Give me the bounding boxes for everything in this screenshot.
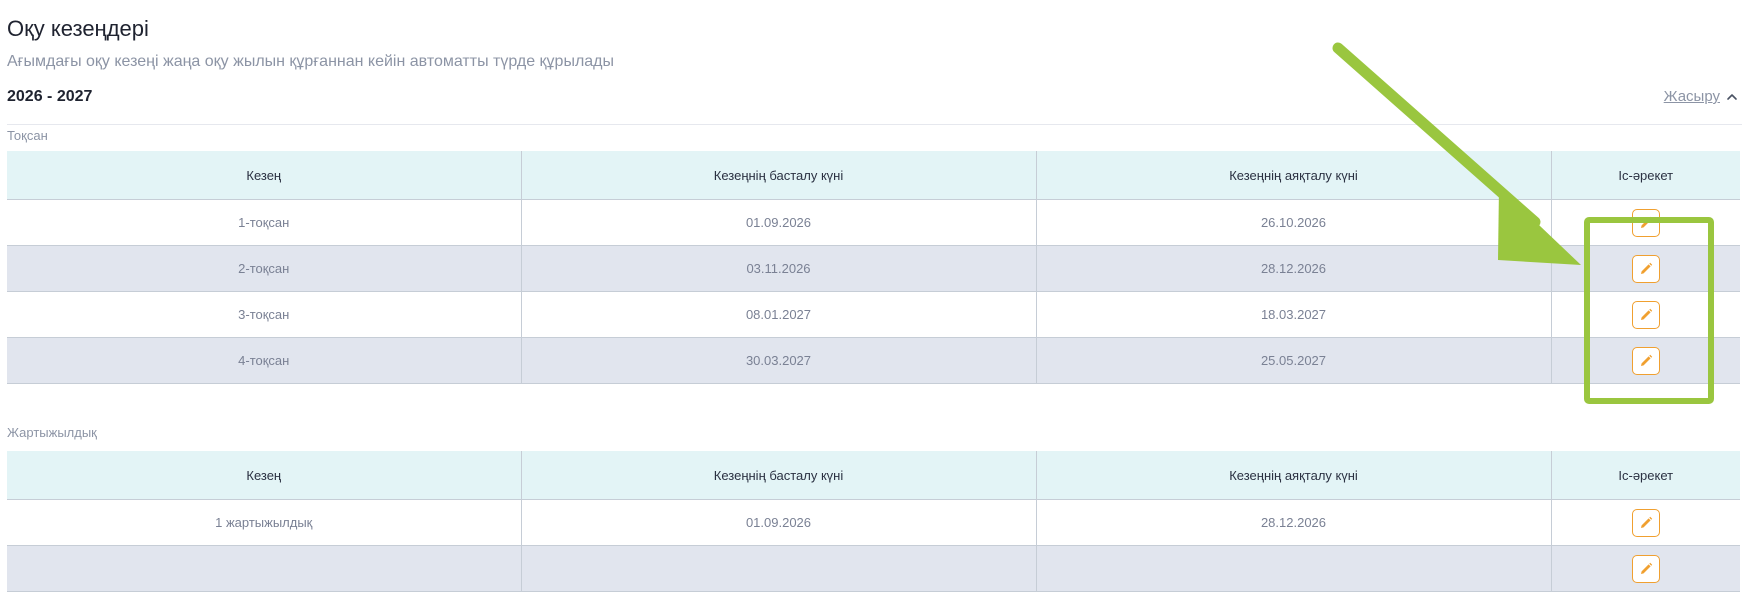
half-year-table: Кезең Кезеңнің басталу күні Кезеңнің аяқ…	[7, 451, 1740, 592]
end-date-cell	[1036, 545, 1552, 592]
end-date-cell: 18.03.2027	[1036, 291, 1552, 338]
period-cell: 3-тоқсан	[7, 291, 522, 338]
action-cell	[1551, 545, 1740, 592]
period-cell: 4-тоқсан	[7, 337, 522, 384]
table-header-row: Кезең Кезеңнің басталу күні Кезеңнің аяқ…	[7, 151, 1740, 200]
column-header-action: Іс-әрекет	[1551, 451, 1740, 500]
table-row: 1-тоқсан 01.09.2026 26.10.2026	[7, 199, 1740, 246]
action-cell	[1551, 199, 1740, 246]
period-cell: 1 жартыжылдық	[7, 499, 522, 546]
end-date-cell: 28.12.2026	[1036, 499, 1552, 546]
start-date-cell: 30.03.2027	[521, 337, 1037, 384]
pencil-icon	[1640, 354, 1652, 366]
pencil-icon	[1640, 562, 1652, 574]
page-subtitle: Ағымдағы оқу кезеңі жаңа оқу жылын құрға…	[7, 53, 615, 70]
quarters-table: Кезең Кезеңнің басталу күні Кезеңнің аяқ…	[7, 151, 1740, 384]
end-date-cell: 25.05.2027	[1036, 337, 1552, 384]
end-date-cell: 28.12.2026	[1036, 245, 1552, 292]
table-row: 2-тоқсан 03.11.2026 28.12.2026	[7, 245, 1740, 292]
column-header-action: Іс-әрекет	[1551, 151, 1740, 200]
edit-button[interactable]	[1631, 300, 1660, 329]
page-title: Оқу кезеңдері	[7, 16, 149, 41]
start-date-cell: 08.01.2027	[521, 291, 1037, 338]
action-cell	[1551, 337, 1740, 384]
edit-button[interactable]	[1631, 346, 1660, 375]
start-date-cell	[521, 545, 1037, 592]
table-header-row: Кезең Кезеңнің басталу күні Кезеңнің аяқ…	[7, 451, 1740, 500]
action-cell	[1551, 499, 1740, 546]
pencil-icon	[1640, 308, 1652, 320]
quarters-section-label: Тоқсан	[7, 128, 48, 143]
hide-toggle[interactable]: Жасыру	[1664, 88, 1738, 105]
edit-button[interactable]	[1631, 508, 1660, 537]
period-cell	[7, 545, 522, 592]
column-header-end-date: Кезеңнің аяқталу күні	[1036, 451, 1552, 500]
academic-year-label: 2026 - 2027	[7, 88, 93, 105]
table-row	[7, 545, 1740, 592]
column-header-start-date: Кезеңнің басталу күні	[521, 451, 1037, 500]
edit-button[interactable]	[1631, 208, 1660, 237]
period-cell: 2-тоқсан	[7, 245, 522, 292]
half-year-section-label: Жартыжылдық	[7, 425, 97, 440]
table-row: 4-тоқсан 30.03.2027 25.05.2027	[7, 337, 1740, 384]
action-cell	[1551, 291, 1740, 338]
edit-button[interactable]	[1631, 554, 1660, 583]
period-cell: 1-тоқсан	[7, 199, 522, 246]
start-date-cell: 03.11.2026	[521, 245, 1037, 292]
chevron-up-icon	[1727, 93, 1737, 100]
table-row: 3-тоқсан 08.01.2027 18.03.2027	[7, 291, 1740, 338]
start-date-cell: 01.09.2026	[521, 199, 1037, 246]
column-header-period: Кезең	[7, 151, 522, 200]
pencil-icon	[1640, 216, 1652, 228]
action-cell	[1551, 245, 1740, 292]
column-header-period: Кезең	[7, 451, 522, 500]
column-header-end-date: Кезеңнің аяқталу күні	[1036, 151, 1552, 200]
start-date-cell: 01.09.2026	[521, 499, 1037, 546]
divider	[7, 124, 1742, 125]
pencil-icon	[1640, 262, 1652, 274]
table-row: 1 жартыжылдық 01.09.2026 28.12.2026	[7, 499, 1740, 546]
edit-button[interactable]	[1631, 254, 1660, 283]
hide-toggle-label: Жасыру	[1663, 88, 1720, 105]
end-date-cell: 26.10.2026	[1036, 199, 1552, 246]
pencil-icon	[1640, 516, 1652, 528]
column-header-start-date: Кезеңнің басталу күні	[521, 151, 1037, 200]
